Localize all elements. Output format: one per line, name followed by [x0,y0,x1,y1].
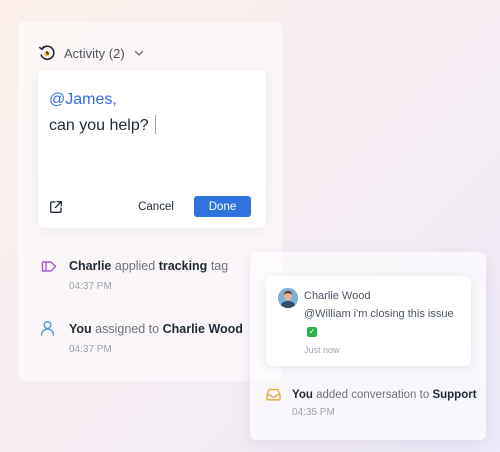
event-actor: You [292,389,313,401]
event-object: tracking [158,259,208,273]
text-caret [154,115,156,134]
event-actor: Charlie [69,259,112,273]
comment-text: i'm closing this issue [353,308,454,320]
activity-history-icon [38,44,56,62]
editor-mention: @James, [49,91,117,108]
comment-time: Just now [304,345,340,355]
comment-author: Charlie Wood [304,290,371,302]
comment-card[interactable]: Charlie Wood @William i'm closing this i… [266,276,471,366]
user-icon [40,320,55,341]
activity-event: You assigned to Charlie Wood 04:37 PM [69,322,243,355]
event-suffix: tag [210,259,229,273]
activity-header[interactable]: Activity (2) [38,43,145,63]
chevron-down-icon[interactable] [133,47,145,59]
event-actor: You [69,322,92,336]
event-time: 04:37 PM [69,344,112,355]
comment-mention: @William [304,308,351,320]
event-action: applied [114,259,156,273]
activity-title: Activity (2) [64,45,125,61]
event-object: Charlie Wood [162,322,243,336]
event-action: assigned to [95,322,160,336]
comment-editor[interactable]: @James, can you help? Cancel Done [38,70,266,228]
cancel-button[interactable]: Cancel [134,197,178,217]
conversation-event: You added conversation to Support 04:35 … [292,389,477,418]
editor-text-value: can you help? [49,117,149,134]
event-action: added conversation to [316,389,430,401]
avatar [278,288,298,308]
done-button[interactable]: Done [194,196,251,217]
activity-event: Charlie applied tracking tag 04:37 PM [69,259,228,292]
event-time: 04:35 PM [292,407,335,418]
event-object: Support [432,389,477,401]
tag-icon [41,260,57,278]
event-time: 04:37 PM [69,281,112,292]
editor-text[interactable]: can you help? [49,115,156,135]
check-icon: ✓ [307,327,317,337]
inbox-icon [266,388,281,406]
comment-message: @William i'm closing this issue ✓ [304,306,464,338]
open-external-icon[interactable] [49,200,63,214]
